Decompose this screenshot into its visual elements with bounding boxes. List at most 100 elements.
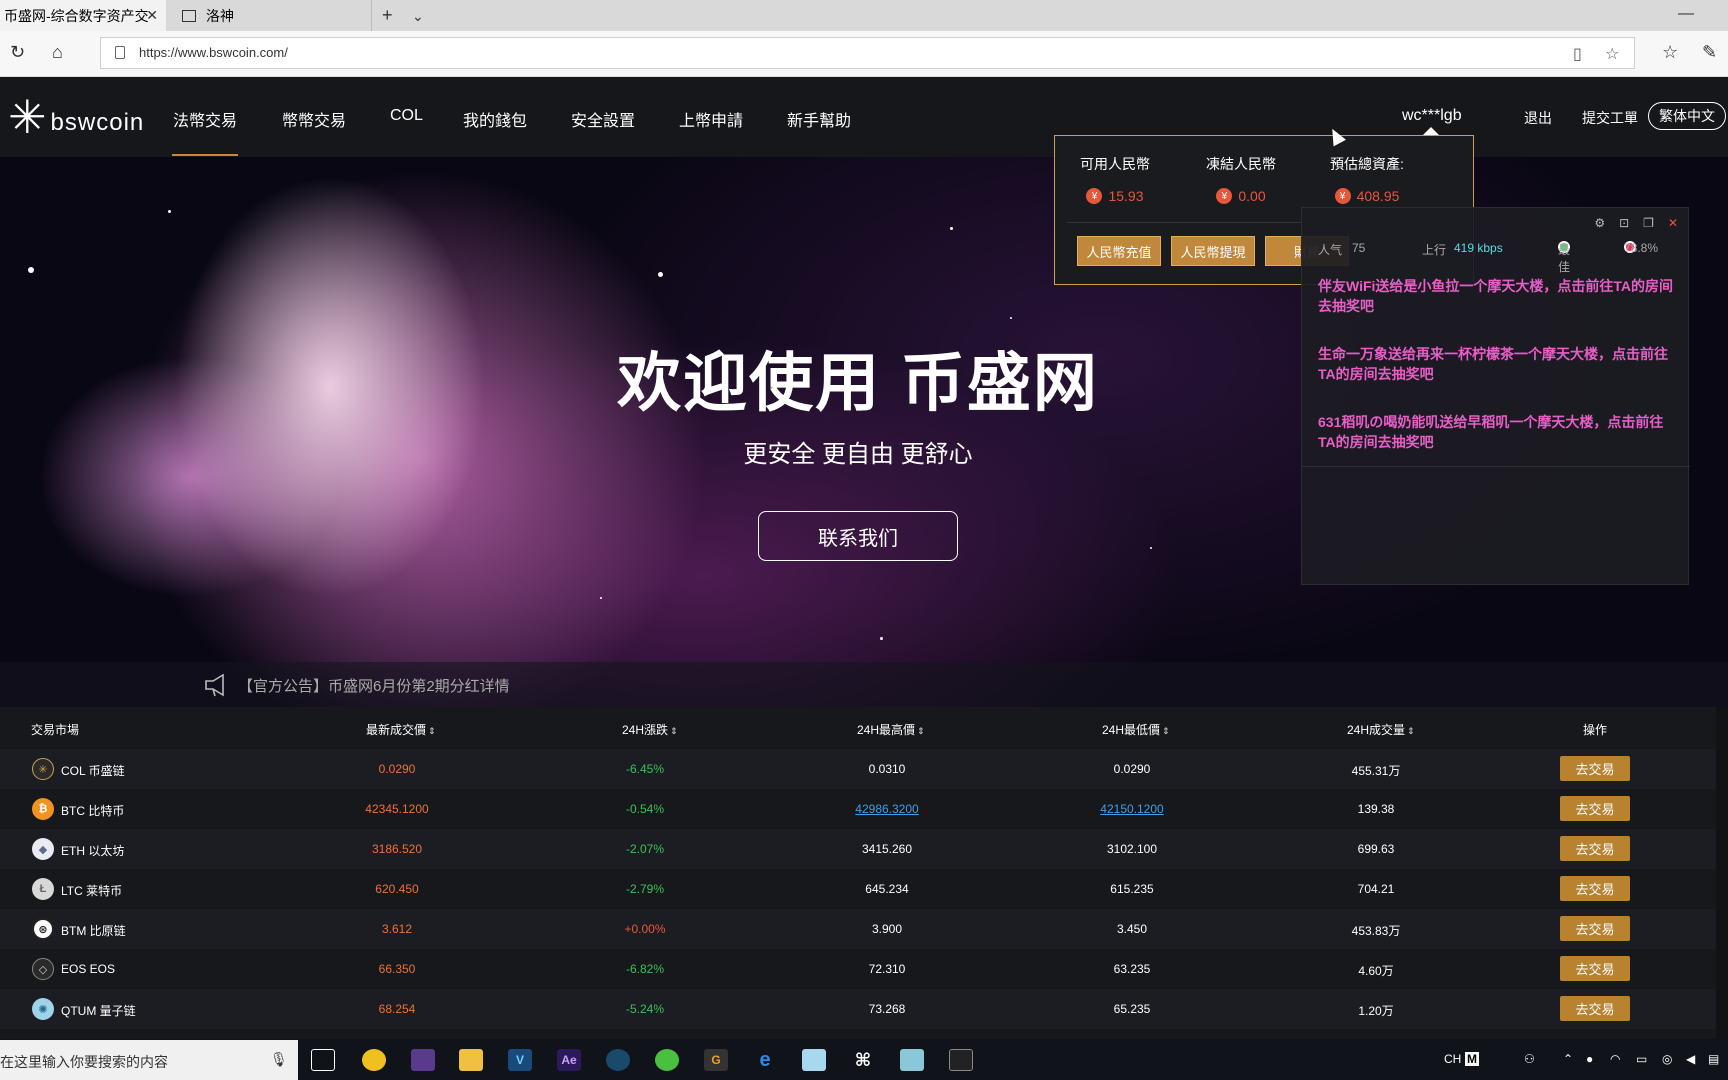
nav-fiat-trade[interactable]: 法幣交易: [173, 107, 237, 131]
header-last-price[interactable]: 最新成交價 ⇕: [366, 721, 436, 738]
refresh-icon[interactable]: ↻: [10, 42, 25, 63]
file-explorer-icon[interactable]: [459, 1049, 483, 1071]
language-button[interactable]: 繁体中文: [1648, 102, 1726, 130]
logo-text: bswcoin: [50, 109, 145, 136]
star: [1150, 547, 1152, 549]
change-24h: -5.24%: [625, 1002, 665, 1016]
tab-title: 币盛网-综合数字资产交: [4, 7, 149, 24]
chevron-up-icon[interactable]: ⌃: [1563, 1052, 1573, 1066]
pen-icon[interactable]: ✎: [1702, 42, 1717, 63]
terminal-icon[interactable]: [949, 1049, 973, 1071]
close-tab-icon[interactable]: ✕: [146, 7, 158, 24]
trade-button[interactable]: 去交易: [1560, 916, 1630, 941]
total-assets: 預估總資產: ¥408.95: [1307, 154, 1427, 204]
restore-icon[interactable]: ❐: [1643, 216, 1654, 230]
volume-icon[interactable]: ◀: [1686, 1052, 1695, 1066]
low-24h[interactable]: 42150.1200: [1052, 802, 1212, 816]
app-lime-icon[interactable]: [655, 1049, 679, 1071]
popularity-label: 人气: [1318, 243, 1343, 257]
app-g-icon[interactable]: G: [704, 1049, 728, 1071]
tab-luoshen[interactable]: 洛神: [172, 0, 372, 31]
app-blue-icon[interactable]: [606, 1049, 630, 1071]
last-price: 42345.1200: [365, 802, 429, 816]
nav-listing[interactable]: 上幣申請: [679, 107, 743, 131]
edge-icon[interactable]: e: [753, 1049, 777, 1071]
home-icon[interactable]: ⌂: [52, 42, 63, 63]
change-24h: -6.45%: [625, 762, 665, 776]
nav-wallet[interactable]: 我的錢包: [463, 107, 527, 131]
chevron-down-icon[interactable]: ⌄: [412, 8, 424, 25]
tab-page-icon: [182, 9, 196, 22]
settings-icon[interactable]: ⚙: [1594, 216, 1605, 230]
deposit-button[interactable]: 人民幣充值: [1077, 236, 1161, 266]
trade-button[interactable]: 去交易: [1560, 996, 1630, 1021]
table-row[interactable]: ◆ ETH 以太坊 3186.520 -2.07% 3415.260 3102.…: [0, 829, 1716, 869]
people-icon[interactable]: ⚇: [1524, 1052, 1535, 1066]
close-icon[interactable]: ✕: [1668, 216, 1678, 230]
announcement-link[interactable]: 【官方公告】币盛网6月份第2期分红详情: [238, 675, 510, 696]
network-icon[interactable]: ◎: [1662, 1052, 1672, 1066]
change-24h: -2.79%: [625, 882, 665, 896]
app-green-icon[interactable]: [362, 1049, 386, 1071]
qq-icon[interactable]: ●: [1586, 1052, 1593, 1066]
reading-view-icon[interactable]: ▯: [1573, 44, 1582, 64]
app-purple-icon[interactable]: [411, 1049, 435, 1071]
low-24h: 615.235: [1110, 882, 1154, 896]
nav-help[interactable]: 新手幫助: [787, 107, 851, 131]
contact-us-button[interactable]: 联系我们: [758, 511, 958, 561]
table-row[interactable]: ✺ QTUM 量子链 68.254 -5.24% 73.268 65.235 1…: [0, 989, 1716, 1029]
trade-button[interactable]: 去交易: [1560, 836, 1630, 861]
logout-link[interactable]: 退出: [1524, 108, 1552, 128]
after-effects-icon[interactable]: Ae: [557, 1049, 581, 1071]
app-cross-icon[interactable]: ⌘: [851, 1049, 875, 1071]
last-price: 66.350: [378, 962, 416, 976]
trade-button[interactable]: 去交易: [1560, 796, 1630, 821]
notification-icon[interactable]: ▤: [1708, 1052, 1719, 1066]
header-low[interactable]: 24H最低價 ⇕: [1102, 721, 1170, 738]
favorite-star-icon[interactable]: ☆: [1605, 44, 1619, 64]
tab-bswcoin[interactable]: 币盛网-综合数字资产交 ✕: [0, 0, 166, 31]
header-volume[interactable]: 24H成交量 ⇕: [1347, 721, 1415, 738]
ime-mode[interactable]: M: [1465, 1052, 1479, 1066]
submit-ticket-link[interactable]: 提交工單: [1582, 108, 1638, 128]
ime-indicator[interactable]: CH: [1444, 1052, 1461, 1066]
high-24h: 72.310: [868, 962, 906, 976]
table-row[interactable]: Ł LTC 莱特币 620.450 -2.79% 645.234 615.235…: [0, 869, 1716, 909]
nav-security[interactable]: 安全設置: [571, 107, 635, 131]
yen-icon: ¥: [1216, 188, 1233, 204]
lock-icon[interactable]: ⊡: [1619, 216, 1629, 230]
header-change[interactable]: 24H漲跌 ⇕: [622, 721, 678, 738]
nav-coin-trade[interactable]: 幣幣交易: [282, 107, 346, 131]
nav-col[interactable]: COL: [390, 107, 423, 125]
table-row[interactable]: ⊛ BTM 比原链 3.612 +0.00% 3.900 3.450 453.8…: [0, 909, 1716, 949]
battery-icon[interactable]: ▭: [1636, 1052, 1647, 1066]
change-24h: -6.82%: [625, 962, 665, 976]
site-logo[interactable]: ✳ bswcoin: [8, 94, 145, 140]
app-tool-icon[interactable]: [900, 1049, 924, 1071]
volume-24h: 453.83万: [1351, 924, 1401, 938]
user-menu[interactable]: wc***lgb: [1402, 107, 1462, 125]
taskbar-search[interactable]: 在这里输入你要搜索的内容 🎙: [0, 1040, 298, 1080]
vegas-icon[interactable]: V: [508, 1049, 532, 1071]
task-view-icon[interactable]: [311, 1049, 335, 1071]
header-label: 24H成交量: [1347, 723, 1406, 737]
chat-message: 631稻叽の喝奶能叽送给早稻叽一个摩天大楼，点击前往TA的房间去抽奖吧: [1318, 414, 1664, 450]
new-tab-icon[interactable]: +: [382, 5, 393, 26]
wifi-icon[interactable]: ◠: [1610, 1052, 1620, 1066]
app-image-icon[interactable]: [802, 1049, 826, 1071]
microphone-icon[interactable]: 🎙: [270, 1051, 288, 1068]
trade-button[interactable]: 去交易: [1560, 876, 1630, 901]
table-row[interactable]: ✳ COL 币盛链 0.0290 -6.45% 0.0310 0.0290 45…: [0, 749, 1716, 789]
table-row[interactable]: ₿ BTC 比特币 42345.1200 -0.54% 42986.3200 4…: [0, 789, 1716, 829]
high-24h[interactable]: 42986.3200: [807, 802, 967, 816]
url-field[interactable]: https://www.bswcoin.com/ ▯ ☆: [100, 37, 1635, 69]
header-high[interactable]: 24H最高價 ⇕: [857, 721, 925, 738]
favorites-hub-icon[interactable]: ☆: [1662, 42, 1678, 63]
trade-button[interactable]: 去交易: [1560, 756, 1630, 781]
table-row[interactable]: ◇ EOS EOS 66.350 -6.82% 72.310 63.235 4.…: [0, 949, 1716, 989]
trade-button[interactable]: 去交易: [1560, 956, 1630, 981]
low-24h: 3102.100: [1106, 842, 1158, 856]
search-placeholder: 在这里输入你要搜索的内容: [0, 1054, 168, 1070]
minimize-icon[interactable]: —: [1678, 5, 1694, 23]
withdraw-button[interactable]: 人民幣提現: [1171, 236, 1255, 266]
